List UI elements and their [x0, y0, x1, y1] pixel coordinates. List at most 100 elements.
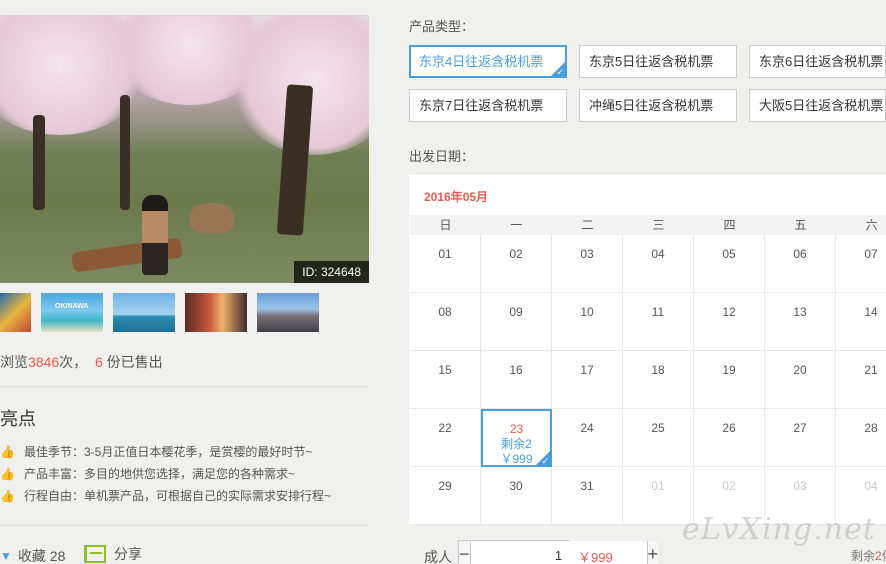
share-button[interactable]: 分享: [84, 544, 142, 564]
quantity-input[interactable]: [470, 541, 647, 564]
day-remaining: 剩余2: [501, 437, 532, 451]
views-mid: 次，: [59, 354, 88, 370]
product-option-osaka-5d[interactable]: 大阪5日往返含税机票: [749, 89, 886, 122]
product-option-label: 东京5日往返含税机票: [589, 54, 714, 69]
product-option-tokyo-4d[interactable]: 东京4日往返含税机票 ✓: [409, 45, 567, 78]
views-count: 3846: [28, 354, 60, 370]
calendar-day[interactable]: 16: [481, 351, 552, 409]
highlight-item: 👍 最佳季节：3-5月正值日本樱花季，是赏樱的最好时节~: [0, 443, 312, 460]
calendar-day[interactable]: 01: [410, 235, 481, 293]
calendar-day[interactable]: 22: [410, 409, 481, 467]
calendar-day[interactable]: 24: [552, 409, 623, 467]
calendar-day[interactable]: 19: [694, 351, 765, 409]
calendar-day[interactable]: 14: [836, 293, 886, 351]
quantity-stepper: − +: [458, 540, 659, 564]
calendar-day-number: 07: [864, 247, 878, 261]
share-label: 分享: [114, 546, 142, 562]
weekday-wed: 三: [652, 218, 665, 232]
calendar-day-number: 14: [864, 305, 878, 319]
product-option-tokyo-5d[interactable]: 东京5日往返含税机票: [579, 45, 737, 78]
photo-trunk: [120, 95, 130, 210]
calendar-day-number: 04: [651, 247, 665, 261]
calendar-day-number: 09: [509, 305, 523, 319]
product-type-label: 产品类型：: [409, 19, 475, 34]
adult-price: ￥999: [578, 550, 613, 564]
calendar-day-number: 06: [793, 247, 807, 261]
thumbnail-3[interactable]: [113, 293, 175, 332]
calendar-day[interactable]: 03: [552, 235, 623, 293]
decrement-button[interactable]: −: [459, 541, 471, 564]
calendar-day[interactable]: 02: [481, 235, 552, 293]
check-icon: ✓: [556, 67, 564, 77]
product-option-okinawa-5d[interactable]: 冲绳5日往返含税机票: [579, 89, 737, 122]
product-option-label: 大阪5日往返含税机票: [759, 98, 884, 113]
main-product-photo[interactable]: ID: 324648: [0, 15, 369, 283]
calendar-day-number: 22: [438, 421, 452, 435]
remain-count: 2: [875, 549, 882, 563]
product-option-tokyo-6d[interactable]: 东京6日往返含税机票: [749, 45, 886, 78]
highlights-title: 亮点: [0, 409, 36, 429]
calendar-day-number: 01: [438, 247, 452, 261]
calendar-day-number: 26: [722, 421, 736, 435]
divider: [0, 386, 369, 387]
calendar-day[interactable]: 31: [552, 467, 623, 525]
calendar-day[interactable]: 28: [836, 409, 886, 467]
calendar-day[interactable]: 08: [410, 293, 481, 351]
weekday-sun: 日: [439, 218, 452, 232]
calendar-day[interactable]: 06: [765, 235, 836, 293]
weekday-tue: 二: [581, 218, 594, 232]
calendar-day-selected[interactable]: 23 剩余2 ￥999 ✓: [481, 409, 552, 467]
highlight-text: 行程自由：单机票产品，可根据自己的实际需求安排行程~: [24, 489, 332, 503]
thumbnail-5[interactable]: [257, 293, 319, 332]
calendar-day-number: 02: [509, 247, 523, 261]
sold-suffix: 份已售出: [106, 354, 163, 370]
thumbnail-2[interactable]: OKINAWA: [41, 293, 103, 332]
thumbnail-4[interactable]: [185, 293, 247, 332]
calendar-day-number: 05: [722, 247, 736, 261]
calendar-day[interactable]: 05: [694, 235, 765, 293]
calendar-day[interactable]: 09: [481, 293, 552, 351]
calendar-day-number: 17: [580, 363, 594, 377]
calendar-day[interactable]: 20: [765, 351, 836, 409]
calendar-day-number: 21: [864, 363, 878, 377]
calendar-day[interactable]: 17: [552, 351, 623, 409]
calendar-day[interactable]: 12: [694, 293, 765, 351]
calendar-day-number: 01: [651, 479, 665, 493]
calendar-month: 2016年05月: [424, 190, 489, 204]
highlight-text: 最佳季节：3-5月正值日本樱花季，是赏樱的最好时节~: [24, 445, 313, 459]
calendar-day[interactable]: 15: [410, 351, 481, 409]
thumbs-up-icon: 👍: [0, 444, 15, 459]
remain-prefix: 剩余: [851, 549, 876, 563]
calendar-day-number: 03: [793, 479, 807, 493]
calendar-day[interactable]: 11: [623, 293, 694, 351]
calendar-day[interactable]: 30: [481, 467, 552, 525]
weekday-mon: 一: [510, 218, 523, 232]
calendar-day[interactable]: 10: [552, 293, 623, 351]
product-option-label: 东京6日往返含税机票: [759, 54, 884, 69]
calendar-day[interactable]: 21: [836, 351, 886, 409]
calendar-day[interactable]: 26: [694, 409, 765, 467]
adult-label: 成人: [424, 549, 452, 564]
share-icon: [84, 545, 106, 563]
increment-button[interactable]: +: [646, 541, 659, 564]
views-prefix: 浏览: [0, 354, 28, 370]
calendar-day[interactable]: 18: [623, 351, 694, 409]
calendar-day[interactable]: 13: [765, 293, 836, 351]
calendar-day[interactable]: 04: [623, 235, 694, 293]
calendar-day-number: 02: [722, 479, 736, 493]
thumbs-up-icon: 👍: [0, 466, 15, 481]
highlight-item: 👍 产品丰富：多目的地供您选择，满足您的各种需求~: [0, 465, 295, 482]
calendar-day-number: 11: [651, 305, 665, 319]
calendar-day[interactable]: 25: [623, 409, 694, 467]
weekday-sat: 六: [865, 218, 878, 232]
product-option-tokyo-7d[interactable]: 东京7日往返含税机票: [409, 89, 567, 122]
calendar-day[interactable]: 07: [836, 235, 886, 293]
weekday-fri: 五: [794, 218, 807, 232]
calendar-day-number: 27: [793, 421, 807, 435]
calendar-day[interactable]: 29: [410, 467, 481, 525]
remain-suffix: 件: [882, 549, 886, 563]
favorite-button[interactable]: ▼ 收藏 28: [0, 546, 65, 564]
favorite-label: 收藏: [17, 548, 46, 564]
calendar-day[interactable]: 27: [765, 409, 836, 467]
thumbnail-1[interactable]: [0, 293, 31, 332]
